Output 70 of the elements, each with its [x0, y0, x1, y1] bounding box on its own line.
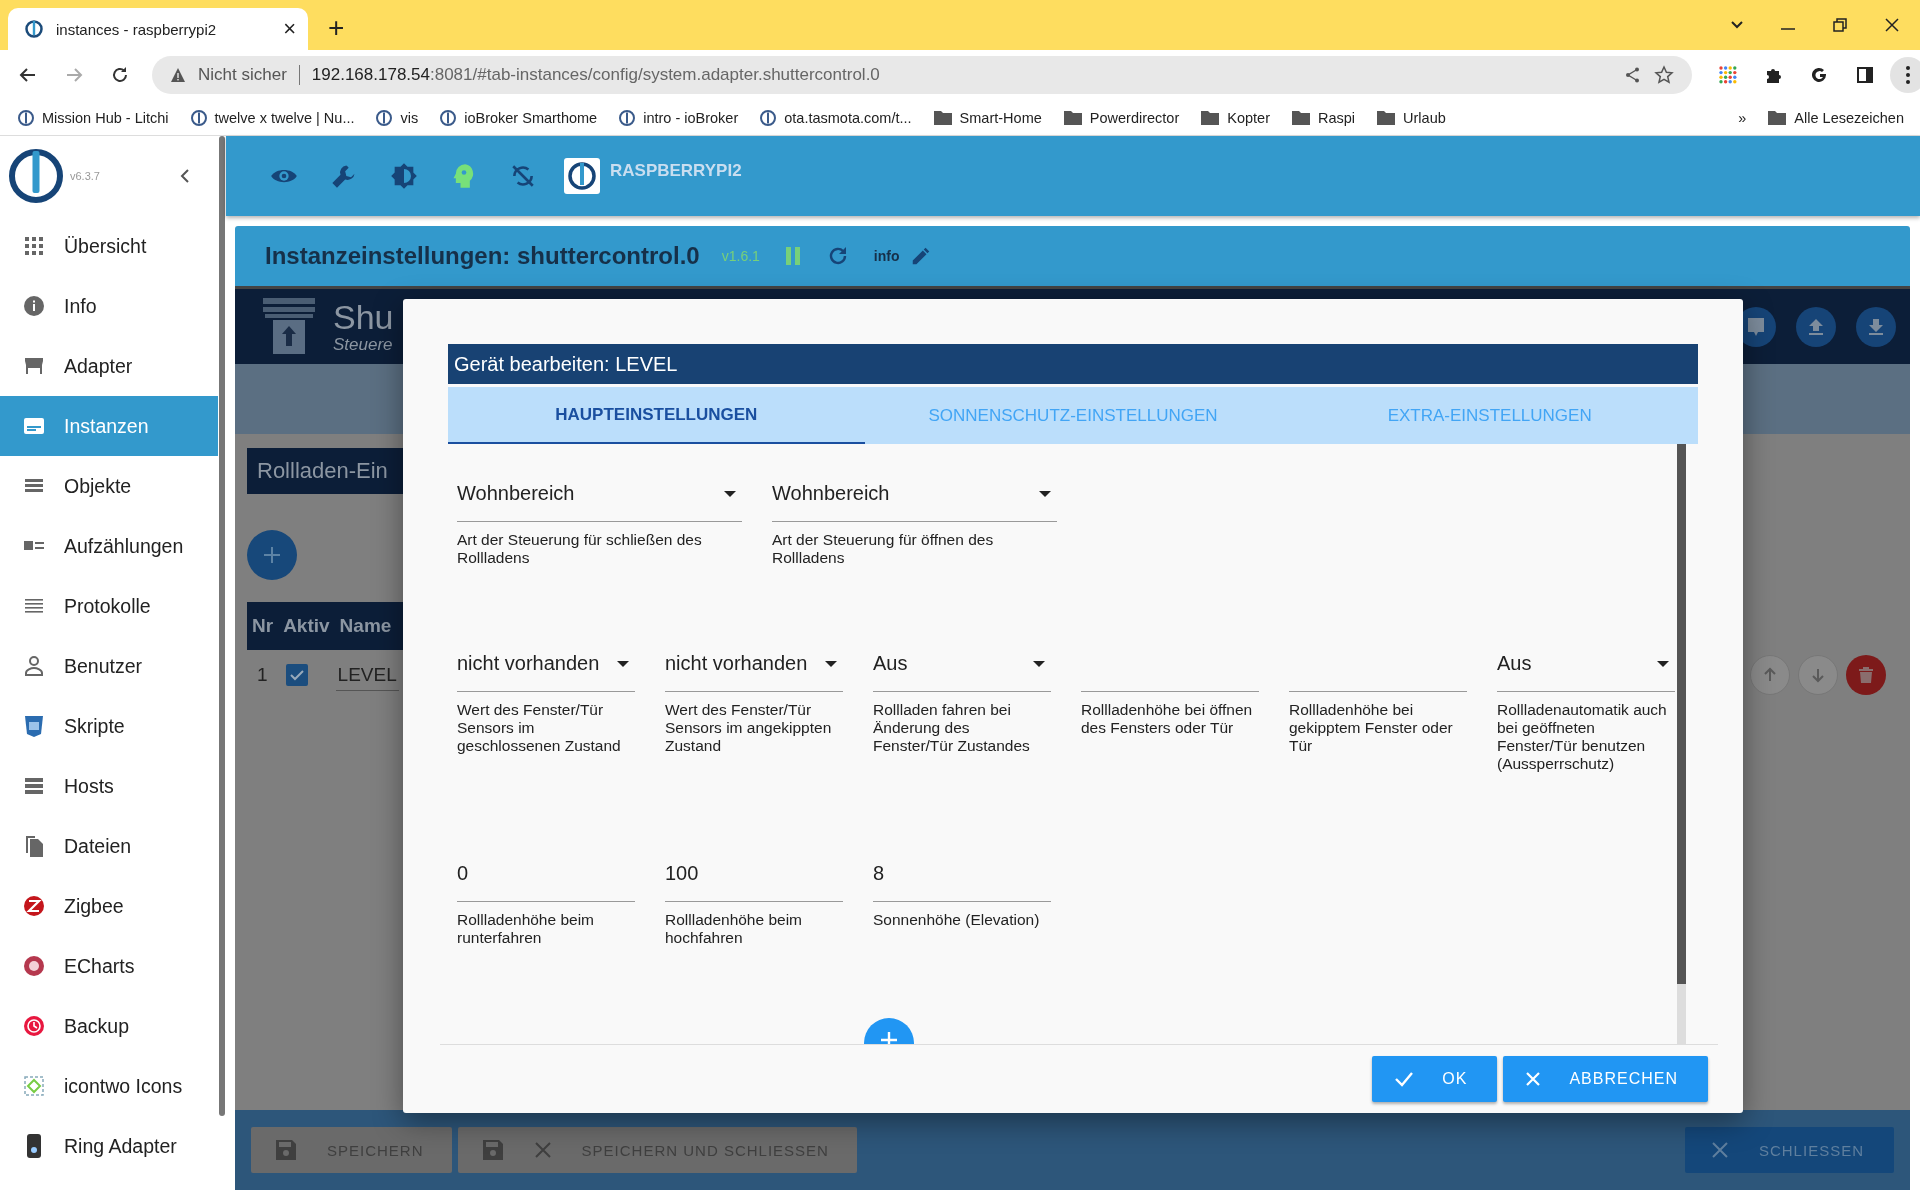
- bookmark-item[interactable]: intro - ioBroker: [619, 109, 739, 126]
- table-cell: 1: [257, 664, 268, 686]
- select-field[interactable]: Aus: [1497, 636, 1675, 692]
- sidebar-item[interactable]: Backup: [0, 996, 218, 1056]
- host-name: RASPBERRYPI2: [610, 161, 742, 181]
- version-label: v1.6.1: [721, 248, 760, 264]
- select-field[interactable]: Wohnbereich: [457, 466, 742, 522]
- column-header: Nr: [252, 615, 274, 637]
- field-helper-text: Wert des Fenster/Tür Sensors im angekippten Zustand: [665, 701, 833, 755]
- select-field[interactable]: Aus: [873, 636, 1051, 692]
- field-helper-text: Rollladenhöhe beim runterfahren: [457, 911, 595, 947]
- instance-title: Instanzeinstellungen: shuttercontrol.0: [265, 242, 700, 270]
- security-label: Nicht sicher: [198, 65, 287, 85]
- field-helper-text: Rollladen fahren bei Änderung des Fenster/Tür Zustandes: [873, 701, 1031, 755]
- tab-title: instances - raspberrypi2: [56, 20, 218, 38]
- bookmark-item[interactable]: Urlaub: [1377, 109, 1446, 126]
- sidebar-item[interactable]: Benutzer: [0, 636, 218, 696]
- bookmark-item[interactable]: ota.tasmota.com/t...: [760, 109, 912, 126]
- dialog-tab[interactable]: HAUPTEINSTELLUNGEN: [448, 387, 865, 444]
- bookmark-item[interactable]: Alle Lesezeichen: [1768, 109, 1904, 126]
- adapter-title: Shu: [333, 298, 395, 335]
- new-tab-button[interactable]: +: [328, 12, 345, 44]
- input-field[interactable]: 8: [873, 846, 1051, 902]
- bookmark-item[interactable]: vis: [376, 109, 419, 126]
- field-helper-text: Art der Steuerung für öffnen des Rollladens: [772, 531, 995, 567]
- address-bar[interactable]: Nicht sicher 192.168.178.54:8081/#tab-instances/config/system.adapter.shuttercontrol.0: [152, 56, 1692, 94]
- bookmark-item[interactable]: Kopter: [1201, 109, 1270, 126]
- dialog-title: Gerät bearbeiten: LEVEL: [448, 344, 1698, 384]
- field-helper-text: Rollladenhöhe bei gekipptem Fenster oder Tür: [1289, 701, 1454, 755]
- sidebar-item[interactable]: Übersicht: [0, 216, 218, 276]
- sidebar-item[interactable]: ECharts: [0, 936, 218, 996]
- field-helper-text: Sonnenhöhe (Elevation): [873, 911, 1041, 929]
- sidebar-item[interactable]: Objekte: [0, 456, 218, 516]
- select-field[interactable]: Wohnbereich: [772, 466, 1057, 522]
- sidebar-item[interactable]: Info: [0, 276, 218, 336]
- name-field[interactable]: LEVEL: [335, 659, 399, 691]
- bookmark-item[interactable]: ioBroker Smarthome: [440, 109, 598, 126]
- column-header: Aktiv: [283, 615, 330, 637]
- bookmark-item[interactable]: twelve x twelve | Nu...: [190, 109, 355, 126]
- sidebar-item[interactable]: Zigbee: [0, 876, 218, 936]
- input-field[interactable]: 100: [665, 846, 843, 902]
- browser-tab[interactable]: instances - raspberrypi2 ×: [8, 8, 308, 50]
- sidebar-item[interactable]: Skripte: [0, 696, 218, 756]
- sidebar-item[interactable]: Aufzählungen: [0, 516, 218, 576]
- column-header: Name: [339, 615, 392, 637]
- adapter-subtitle: Steuere: [333, 334, 394, 355]
- sidebar-item[interactable]: Dateien: [0, 816, 218, 876]
- sidebar-item[interactable]: Ring Adapter: [0, 1116, 218, 1176]
- bookmark-item[interactable]: Powerdirector: [1063, 109, 1180, 126]
- sidebar-item[interactable]: icontwo Icons: [0, 1056, 218, 1116]
- bookmark-item[interactable]: Raspi: [1291, 109, 1356, 126]
- field-helper-text: Wert des Fenster/Tür Sensors im geschlossenen Zustand: [457, 701, 622, 755]
- sidebar-item[interactable]: Adapter: [0, 336, 218, 396]
- sidebar-item[interactable]: Protokolle: [0, 576, 218, 636]
- field-helper-text: Rollladenhöhe bei öffnen des Fensters oder Tür: [1081, 701, 1254, 737]
- more-bookmarks-button[interactable]: »: [1738, 109, 1747, 126]
- section-title: Rollladen-Ein: [257, 458, 388, 484]
- field-helper-text: Rollladenautomatik auch bei geöffneten Fenster/Tür benutzen (Aussperrschutz): [1497, 701, 1668, 773]
- select-field[interactable]: nicht vorhanden: [665, 636, 843, 692]
- bookmark-item[interactable]: Mission Hub - Litchi: [18, 109, 169, 126]
- select-field[interactable]: nicht vorhanden: [457, 636, 635, 692]
- sidebar-item[interactable]: Hosts: [0, 756, 218, 816]
- url-text: 192.168.178.54:8081/#tab-instances/config/system.adapter.shuttercontrol.0: [311, 65, 880, 85]
- close-tab-button[interactable]: ×: [283, 16, 296, 42]
- bookmark-item[interactable]: Smart-Home: [933, 109, 1042, 126]
- field-helper-text: Rollladenhöhe beim hochfahren: [665, 911, 803, 947]
- field-helper-text: Art der Steuerung für schließen des Rollladens: [457, 531, 703, 567]
- info-link[interactable]: info: [873, 248, 900, 264]
- input-field[interactable]: 0: [457, 846, 635, 902]
- version-label: v6.3.7: [70, 170, 100, 182]
